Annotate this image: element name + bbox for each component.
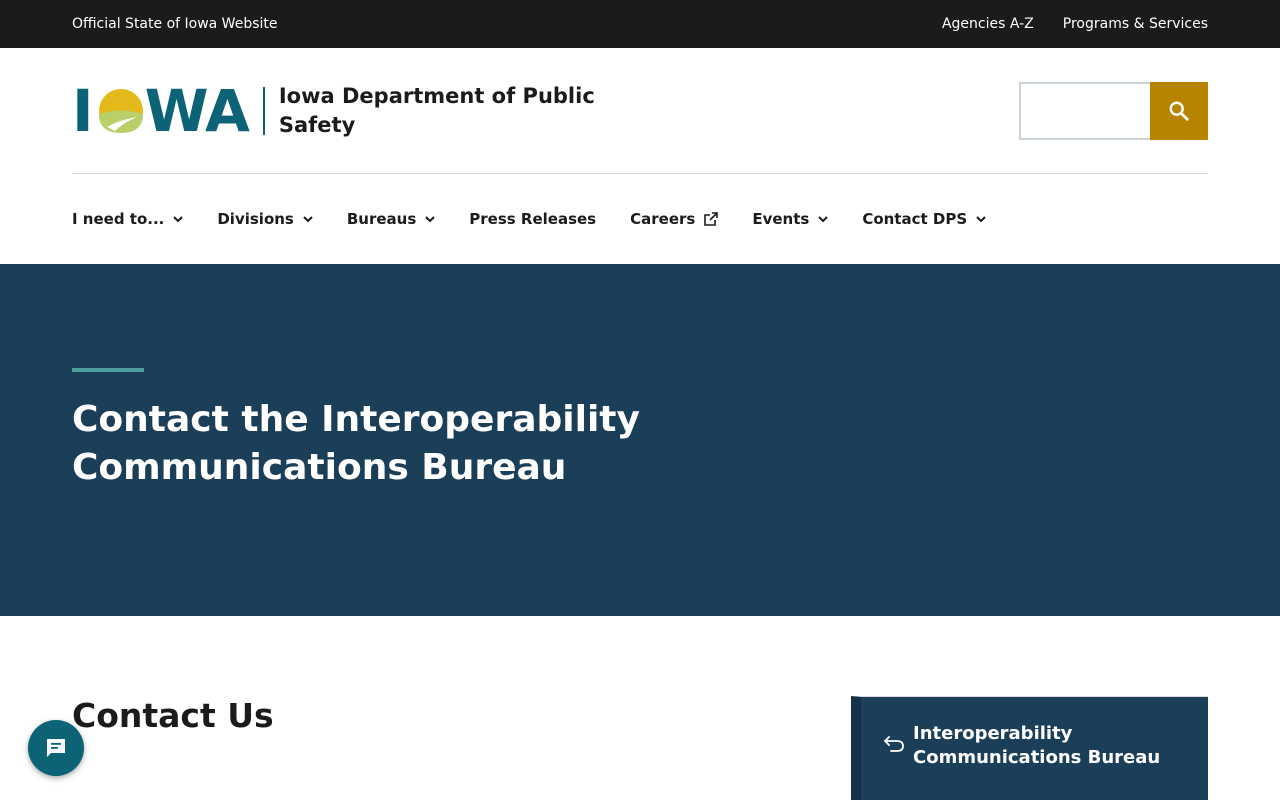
official-site-text: Official State of Iowa Website bbox=[72, 16, 278, 32]
brand-divider bbox=[262, 87, 265, 135]
nav-events[interactable]: Events bbox=[752, 210, 829, 228]
side-nav-label: Interoperability Communications Bureau bbox=[913, 723, 1161, 768]
chat-icon bbox=[47, 739, 65, 757]
hero-banner: Contact the Interoperability Communicati… bbox=[0, 264, 1280, 616]
chevron-down-icon bbox=[425, 216, 435, 223]
search-input[interactable] bbox=[1019, 82, 1150, 140]
utility-bar: Official State of Iowa Website Agencies … bbox=[0, 0, 1280, 48]
site-header: I WA Iowa Department of Public Safety bbox=[0, 48, 1280, 174]
programs-services-link[interactable]: Programs & Services bbox=[1063, 16, 1208, 32]
main-nav: I need to... Divisions Bureaus Press Rel… bbox=[0, 174, 1280, 264]
nav-bureaus[interactable]: Bureaus bbox=[347, 210, 435, 228]
chevron-down-icon bbox=[818, 216, 829, 223]
sun-logo-icon bbox=[98, 89, 143, 133]
chevron-down-icon bbox=[173, 216, 184, 223]
search-icon bbox=[1169, 101, 1189, 121]
agencies-az-link[interactable]: Agencies A-Z bbox=[942, 16, 1034, 32]
chevron-down-icon bbox=[976, 216, 986, 223]
back-arrow-icon bbox=[884, 736, 904, 752]
iowa-logo-wordmark: I WA bbox=[72, 77, 250, 145]
main-content: Contact Us Interoperability Communicatio… bbox=[0, 616, 1280, 800]
iowa-logo[interactable]: I WA bbox=[72, 77, 250, 145]
external-link-icon bbox=[704, 212, 719, 226]
page-title: Contact the Interoperability Communicati… bbox=[72, 399, 640, 488]
nav-press-releases[interactable]: Press Releases bbox=[469, 210, 596, 228]
nav-careers[interactable]: Careers bbox=[630, 210, 719, 228]
side-nav: Interoperability Communications Bureau bbox=[851, 696, 1208, 800]
brand[interactable]: I WA Iowa Department of Public Safety bbox=[72, 81, 609, 141]
chat-button[interactable] bbox=[28, 720, 84, 776]
search-form bbox=[1019, 82, 1208, 140]
chevron-down-icon bbox=[303, 216, 313, 223]
side-nav-parent-link[interactable]: Interoperability Communications Bureau bbox=[861, 697, 1208, 770]
search-button[interactable] bbox=[1150, 82, 1208, 140]
agency-name[interactable]: Iowa Department of Public Safety bbox=[279, 82, 609, 140]
hero-accent-rule bbox=[72, 368, 144, 372]
utility-links: Agencies A-Z Programs & Services bbox=[942, 16, 1208, 32]
nav-divisions[interactable]: Divisions bbox=[217, 210, 313, 228]
nav-i-need-to[interactable]: I need to... bbox=[72, 210, 184, 228]
nav-contact-dps[interactable]: Contact DPS bbox=[862, 210, 986, 228]
